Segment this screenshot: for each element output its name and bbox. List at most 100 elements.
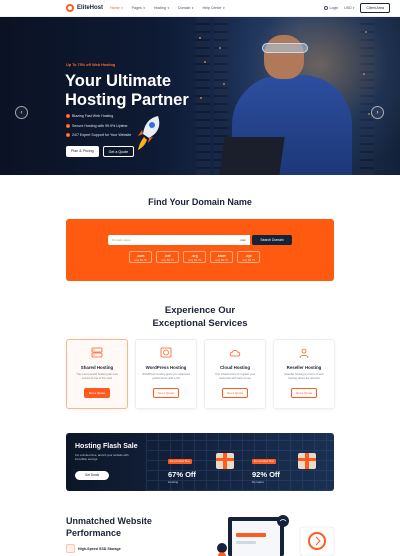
domain-input-placeholder: Domain name [112, 238, 131, 242]
gift-icon [298, 453, 316, 469]
feature-text: High-Speed SSD Storage [78, 546, 121, 551]
service-card-title: Reseller Hosting [286, 365, 322, 370]
domain-search-panel: Domain name .com Search Domain .com only… [66, 219, 334, 281]
services-title-line: Experience Our [164, 305, 236, 316]
hero-buttons: Plan & Pricing Get a Quote [66, 146, 135, 157]
nav-item-label: Help Center [202, 6, 222, 10]
tld-item[interactable]: .com only $9.75 [129, 251, 152, 263]
get-quote-button[interactable]: Get a Quote [221, 388, 249, 398]
currency-label: USD [344, 6, 352, 10]
offer-name: Hosting [168, 480, 179, 484]
nav-item-label: Pages [131, 6, 142, 10]
get-quote-button[interactable]: Get a Quote [290, 388, 318, 398]
offer-domains[interactable]: For a Limited Time 92% Off Domains [252, 449, 282, 484]
plan-pricing-button[interactable]: Plan & Pricing [66, 146, 99, 157]
hero-feature-item: ✓ Secure Hosting with 99.9% Uptime [66, 123, 131, 128]
tld-price: only $9.75 [188, 257, 201, 262]
rocket-icon [138, 116, 160, 150]
offer-percent: 92% Off [252, 470, 280, 479]
check-icon: ✓ [66, 133, 70, 137]
domain-section-title: Find Your Domain Name [148, 197, 252, 207]
offer-tag: For a Limited Time [168, 459, 192, 464]
service-cards: Shared Hosting The most popular hosting … [66, 339, 335, 409]
tld-item[interactable]: .net only $9.75 [156, 251, 179, 263]
offer-hosting[interactable]: For a Limited Time 67% Off Hosting [168, 449, 198, 484]
hero-feature-item: ✓ 24/7 Expert Support for Your Website [66, 133, 131, 137]
gift-icon [216, 453, 234, 469]
service-card-cloud-hosting: Cloud Hosting Your infrastructure to reg… [204, 339, 266, 409]
search-domain-button[interactable]: Search Domain [252, 235, 292, 245]
hero-feature-text: 24/7 Expert Support for Your Website [72, 133, 132, 137]
get-deals-button[interactable]: Get Deals [75, 471, 109, 480]
tld-price: only $9.75 [242, 257, 255, 262]
get-quote-button[interactable]: Get a Quote [102, 146, 135, 157]
chevron-down-icon: ▾ [352, 6, 355, 10]
flash-sale-banner: Hosting Flash Sale For a limited time, l… [66, 433, 334, 491]
chevron-left-icon[interactable]: ‹ [15, 106, 28, 119]
brand-logo-icon [66, 4, 74, 12]
site-header: EliteHost Home ▾ Pages ▾ Hosting ▾ Domai… [0, 0, 400, 17]
ssd-icon [66, 544, 75, 553]
chevron-down-icon: ▾ [143, 6, 145, 10]
tld-price-list: .com only $9.75 .net only $9.75 .org onl… [129, 251, 260, 263]
check-icon: ✓ [66, 114, 70, 118]
chevron-down-icon: ▾ [167, 6, 170, 10]
services-section-title: Experience Our Exceptional Services [0, 304, 400, 330]
login-label: Login [329, 6, 339, 10]
tld-price: only $9.75 [134, 257, 147, 262]
chevron-right-icon[interactable]: › [371, 106, 384, 119]
hero-promo-text: Up To 75% off Web Hosting [66, 63, 116, 67]
tld-price: only $9.75 [161, 257, 174, 262]
tld-item[interactable]: .xyz only $9.75 [237, 251, 260, 263]
tld-select[interactable]: .com [239, 238, 246, 242]
server-icon [91, 347, 103, 358]
service-card-shared-hosting: Shared Hosting The most popular hosting … [66, 339, 128, 409]
get-quote-button[interactable]: Get a Quote [83, 388, 111, 398]
nav-item-domain[interactable]: Domain ▾ [178, 6, 193, 10]
check-icon: ✓ [66, 123, 70, 128]
chevron-down-icon: ▾ [121, 6, 123, 10]
wordpress-icon [160, 347, 172, 358]
nav-item-help-center[interactable]: Help Center ▾ [202, 6, 224, 10]
nav-item-home[interactable]: Home ▾ [110, 6, 123, 10]
login-link[interactable]: Login [323, 6, 339, 10]
main-nav: Home ▾ Pages ▾ Hosting ▾ Domain ▾ Help C… [110, 6, 225, 10]
brand-logo[interactable]: EliteHost [66, 4, 110, 12]
flash-sale-subtitle: For a limited time, launch your website … [75, 453, 129, 461]
header-actions: Login USD ▾ Client Area [323, 3, 390, 13]
hero-banner: Up To 75% off Web Hosting Your Ultimate … [0, 17, 400, 175]
performance-section-title: Unmatched Website Performance [66, 516, 152, 538]
cloud-icon [229, 349, 241, 357]
nav-item-label: Home [110, 6, 120, 10]
offer-percent: 67% Off [168, 470, 196, 479]
hero-feature-text: Blazing Fast Web Hosting [72, 114, 114, 118]
feature-item: High-Speed SSD Storage [66, 544, 121, 553]
nav-item-hosting[interactable]: Hosting ▾ [154, 6, 169, 10]
currency-selector[interactable]: USD ▾ [344, 6, 354, 10]
tld-item[interactable]: .org only $9.75 [183, 251, 206, 263]
get-quote-button[interactable]: Get a Quote [152, 388, 180, 398]
tld-price: only $9.75 [215, 257, 228, 262]
service-card-title: WordPress Hosting [145, 365, 187, 370]
hero-feature-text: Secure Hosting with 99.9% Uptime [72, 123, 128, 128]
user-icon [323, 6, 328, 10]
performance-illustration [217, 515, 335, 556]
hero-photo-technician [219, 27, 352, 175]
domain-search-input[interactable]: Domain name .com [108, 235, 250, 245]
chevron-down-icon: ▾ [223, 6, 225, 10]
service-card-desc: Your infrastructure to register your res… [214, 373, 256, 380]
flash-sale-title: Hosting Flash Sale [75, 443, 138, 450]
offer-tag: For a Limited Time [252, 459, 276, 464]
offer-name: Domains [252, 480, 264, 484]
service-card-desc: The most popular hosting plan and comes … [76, 373, 118, 380]
service-card-wordpress-hosting: WordPress Hosting WordPress Hosting give… [135, 339, 197, 409]
tld-item[interactable]: .store only $9.75 [210, 251, 233, 263]
hero-title: Your Ultimate Hosting Partner [65, 72, 189, 109]
users-icon [299, 348, 309, 359]
nav-item-label: Hosting [153, 6, 167, 10]
client-area-button[interactable]: Client Area [360, 3, 390, 13]
services-title-line: Exceptional Services [152, 318, 248, 329]
service-card-desc: Reseller hosting is a form of web hostin… [284, 373, 324, 380]
nav-item-pages[interactable]: Pages ▾ [132, 6, 145, 10]
chevron-down-icon: ▾ [191, 6, 194, 10]
